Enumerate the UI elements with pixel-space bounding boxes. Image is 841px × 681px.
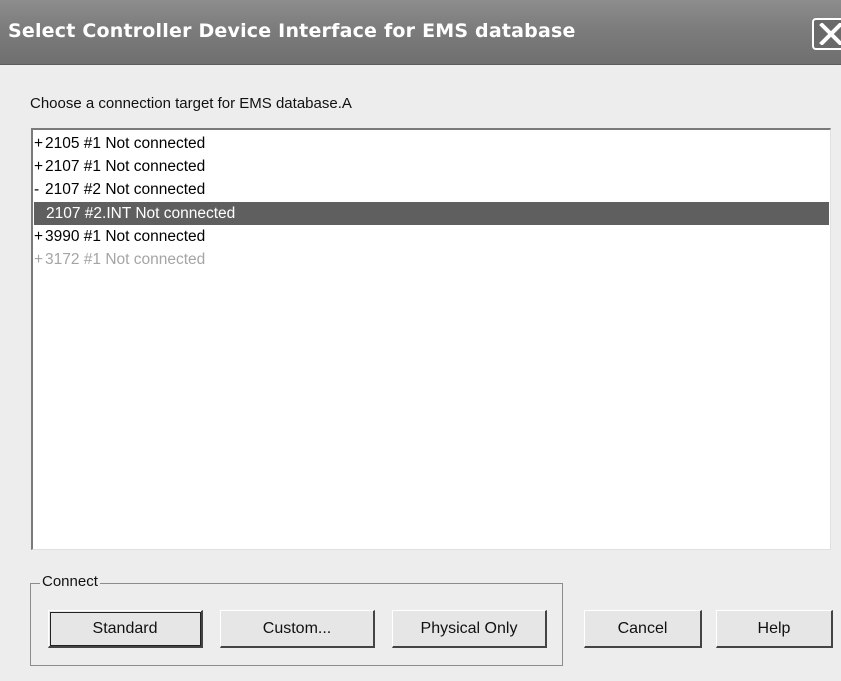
expand-toggle[interactable]: + (34, 132, 45, 155)
custom-button[interactable]: Custom... (220, 610, 375, 648)
connect-group-label: Connect (40, 572, 100, 592)
list-item-selected[interactable]: 2107 #2.INT Not connected (34, 202, 829, 225)
connection-target-list[interactable]: +2105 #1 Not connected +2107 #1 Not conn… (31, 128, 831, 550)
list-item-label: 3172 #1 Not connected (45, 251, 206, 268)
expand-toggle: + (34, 251, 44, 268)
physical-only-button[interactable]: Physical Only (392, 610, 547, 648)
list-item[interactable]: +2105 #1 Not connected (34, 132, 829, 155)
list-item-label: 2107 #1 Not connected (45, 158, 206, 175)
expand-toggle[interactable]: + (34, 225, 45, 248)
list-item[interactable]: -2107 #2 Not connected (34, 178, 829, 201)
list-item-label: 2107 #2.INT Not connected (46, 205, 236, 222)
list-item-label: 2107 #2 Not connected (45, 181, 206, 198)
list-item-label: 2105 #1 Not connected (45, 135, 206, 152)
collapse-toggle[interactable]: - (34, 178, 45, 201)
connection-prompt: Choose a connection target for EMS datab… (30, 95, 352, 112)
window-title: Select Controller Device Interface for E… (8, 20, 576, 42)
help-button[interactable]: Help (716, 610, 833, 648)
close-x-icon (819, 23, 841, 45)
close-button[interactable] (812, 18, 841, 50)
title-bar[interactable]: Select Controller Device Interface for E… (0, 0, 841, 65)
expand-toggle[interactable]: + (34, 155, 45, 178)
list-item[interactable]: +3990 #1 Not connected (34, 225, 829, 248)
standard-button[interactable]: Standard (48, 610, 203, 648)
list-item-disabled: +3172 #1 Not connected (34, 248, 829, 271)
cancel-button[interactable]: Cancel (584, 610, 702, 648)
list-item-label: 3990 #1 Not connected (45, 228, 206, 245)
list-item[interactable]: +2107 #1 Not connected (34, 155, 829, 178)
